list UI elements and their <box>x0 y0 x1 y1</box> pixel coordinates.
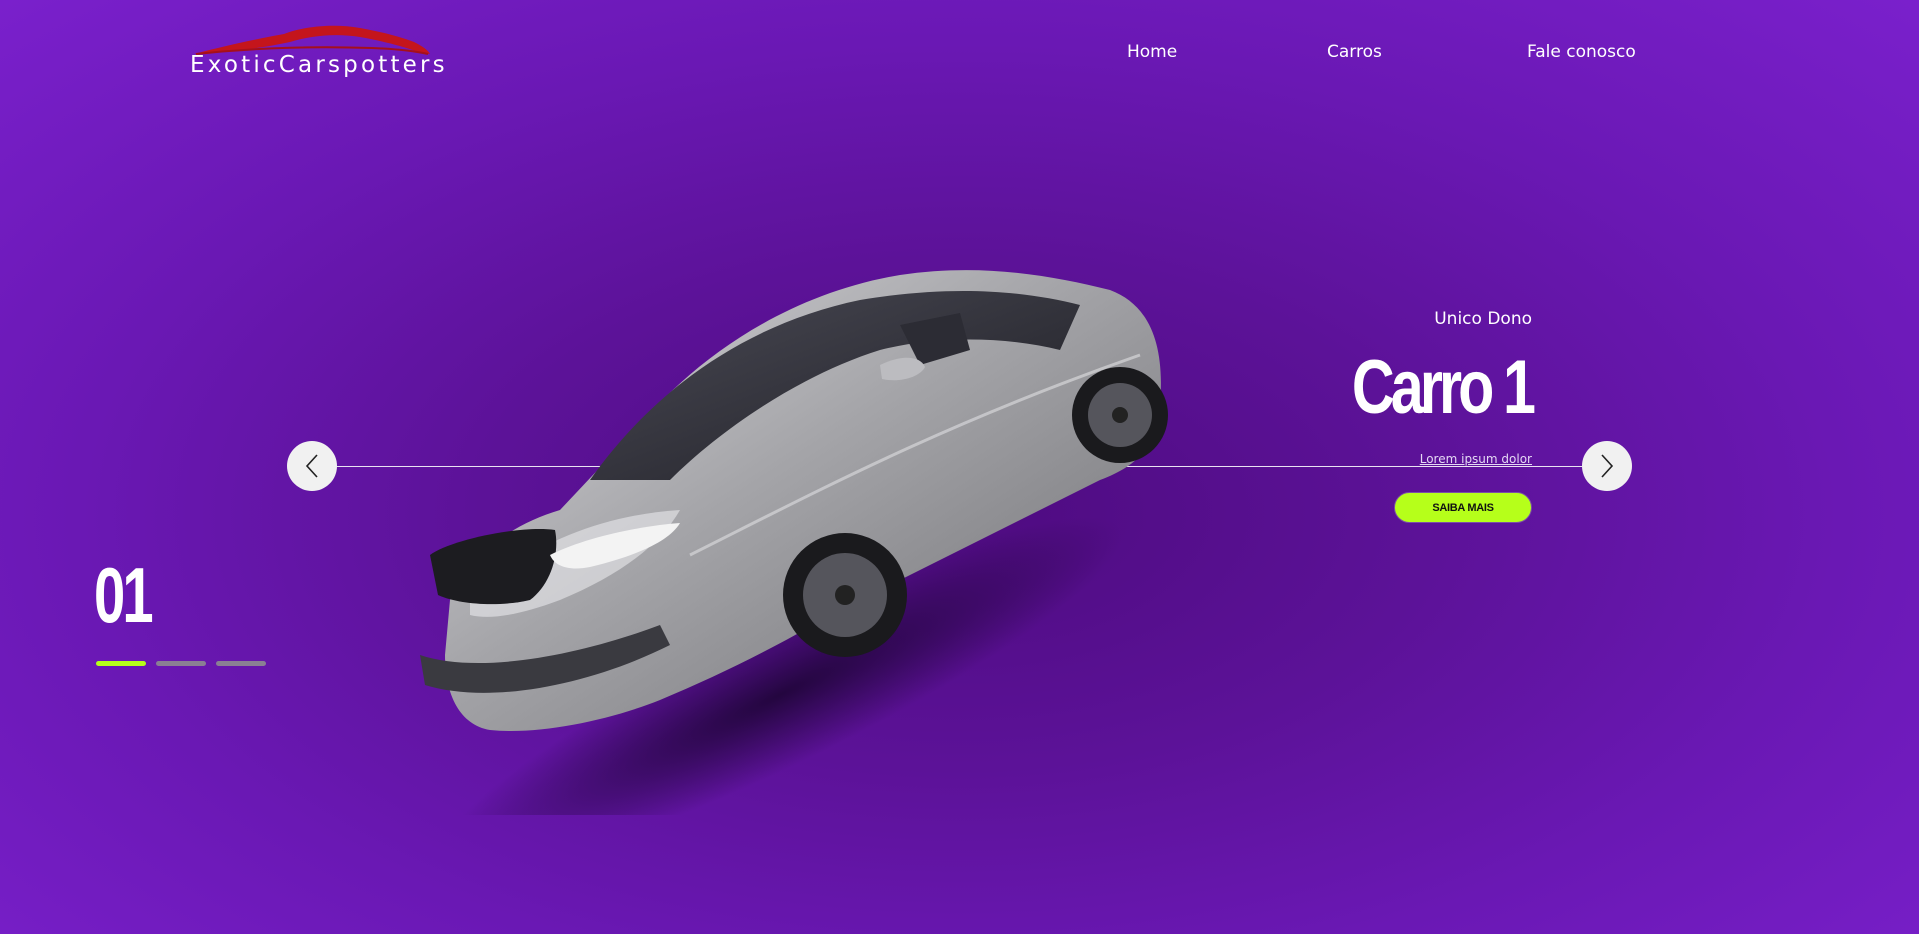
slide-counter: 01 <box>94 551 154 639</box>
chevron-left-icon <box>305 454 318 478</box>
slide-indicator-3[interactable] <box>216 661 266 666</box>
slide-indicator-2[interactable] <box>156 661 206 666</box>
logo[interactable]: ExoticCarspotters <box>186 24 446 84</box>
nav-home[interactable]: Home <box>1127 42 1177 62</box>
learn-more-button[interactable]: SAIBA MAIS <box>1394 492 1532 523</box>
slide-subtitle: Unico Dono <box>1434 309 1532 329</box>
chevron-right-icon <box>1601 454 1614 478</box>
nav-cars[interactable]: Carros <box>1327 42 1382 62</box>
prev-slide-button[interactable] <box>287 441 337 491</box>
slide-indicator-1[interactable] <box>96 661 146 666</box>
slide-description-link[interactable]: Lorem ipsum dolor <box>1420 452 1532 466</box>
nav-contact[interactable]: Fale conosco <box>1527 42 1636 62</box>
slide-title: Carro 1 <box>1351 345 1536 430</box>
car-image <box>360 255 1260 874</box>
logo-text: ExoticCarspotters <box>190 52 448 78</box>
next-slide-button[interactable] <box>1582 441 1632 491</box>
